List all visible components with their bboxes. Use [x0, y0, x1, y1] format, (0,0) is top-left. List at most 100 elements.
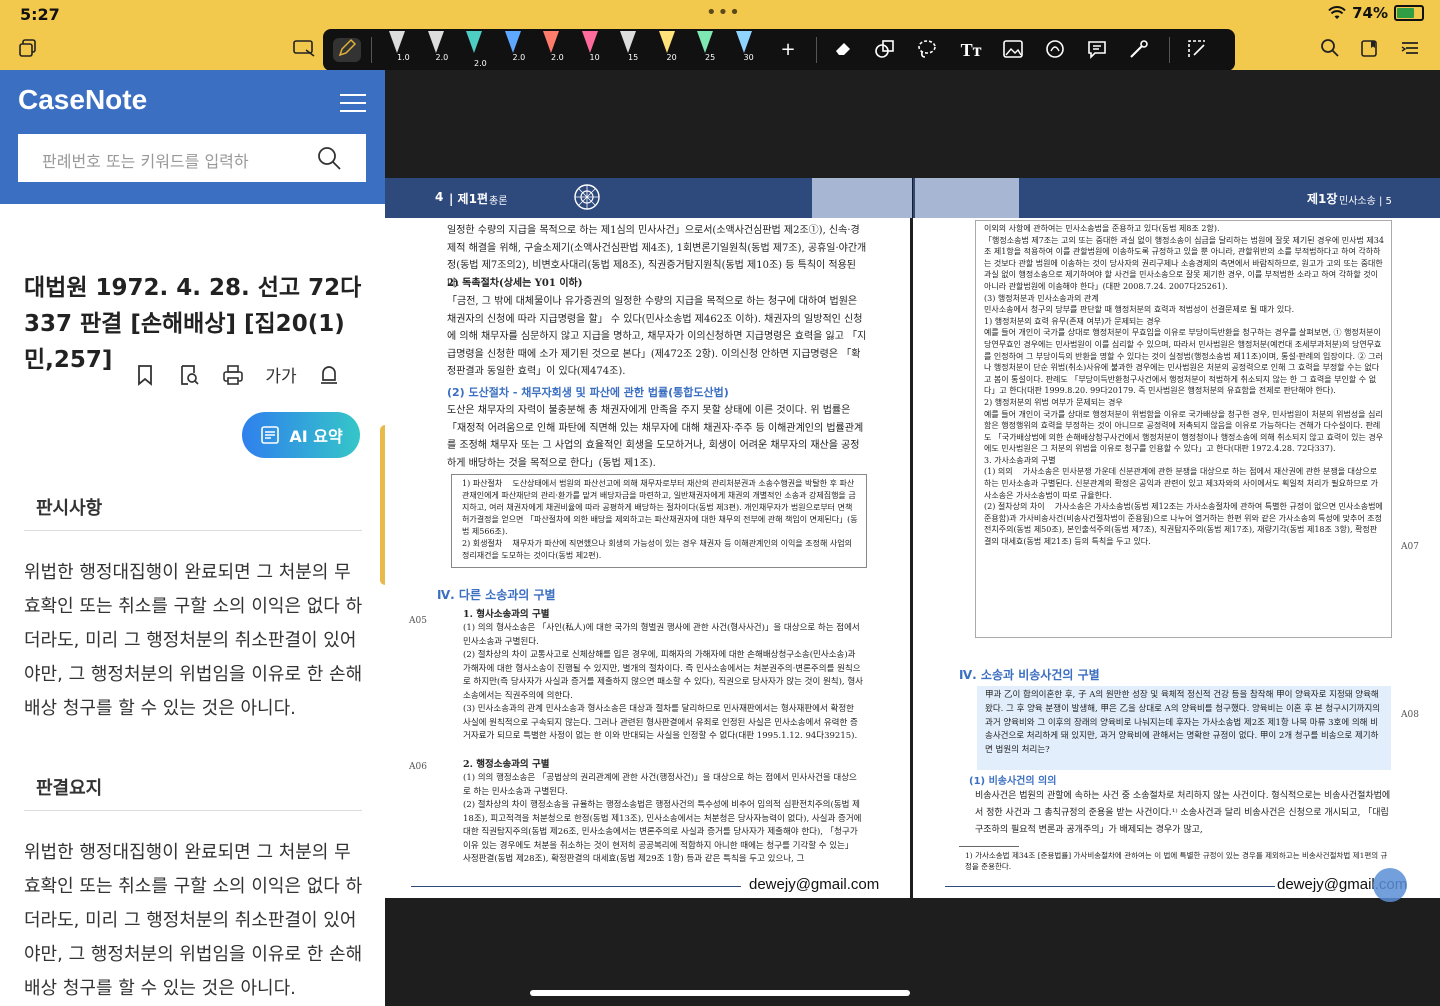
wifi-icon: [1328, 6, 1346, 19]
subheading: 1. 형사소송과의 구별: [463, 609, 550, 620]
paragraph: (2) 절차상의 차이 행정소송을 규율하는 행정소송법은 행정사건의 특수성에…: [463, 800, 862, 864]
pen-size-label: 10: [589, 53, 600, 62]
paragraph: (3) 민사소송과의 관계 민사소송과 형사소송은 대상과 절차를 달리하므로 …: [463, 704, 858, 741]
pen-preset[interactable]: 30: [735, 31, 754, 62]
pen-mode-icon[interactable]: [333, 38, 361, 62]
pen-tip-icon: [543, 31, 559, 53]
publisher-logo-icon: [574, 184, 600, 210]
pen-size-label: 20: [666, 53, 677, 62]
page-tab: [812, 178, 912, 218]
status-bar: 5:27 ••• 74%: [0, 0, 1440, 30]
outline-icon[interactable]: [1398, 38, 1422, 62]
pdf-page-left: 4 | 제1편 총론 일정한 수량의 지급을 목적으로 하는 제1심의 민사사건…: [385, 178, 912, 898]
pen-preset[interactable]: 2.0: [504, 31, 525, 62]
pen-preset[interactable]: 25: [697, 31, 715, 62]
chapter-name: 민사소송 | 5: [1339, 196, 1392, 207]
part-label: | 제1편: [449, 192, 488, 206]
annotation-toolbar: 1.0 2.0 2.0 2.0 2.0 10 15 20 25 30 + Tт: [323, 29, 1235, 71]
pen-size-label: 2.0: [435, 53, 449, 62]
multitask-dots[interactable]: •••: [706, 2, 741, 23]
pdf-page-right: 제1장 민사소송 | 5 이외의 사항에 관하여는 민사소송법을 준용하고 있다…: [913, 178, 1440, 898]
bookmark-page-icon[interactable]: [1358, 38, 1382, 62]
page-tab: [915, 178, 1019, 218]
home-indicator[interactable]: [530, 990, 910, 996]
note-box-text: 1) 파산절차 도산상태에서 법원의 파산선고에 의해 채무자로부터 재산의 관…: [462, 479, 858, 560]
toolbar-separator: [371, 37, 372, 63]
pen-preset[interactable]: 10: [581, 31, 600, 62]
pen-tip-icon: [658, 31, 675, 53]
question-box: 甲과 乙이 합의이혼한 후, 子 A의 원만한 성장 및 육체적 정신적 건강 …: [977, 686, 1391, 770]
shapes-icon[interactable]: [873, 38, 897, 62]
image-icon[interactable]: [1001, 38, 1025, 62]
floating-action-badge[interactable]: [1373, 868, 1407, 902]
ai-summary-label: AI 요약: [289, 427, 343, 446]
watermark-email: dewejy@gmail.com: [749, 876, 880, 893]
divider: [24, 810, 362, 811]
sidebar-header: CaseNote 판례번호 또는 키워드를 입력하: [0, 70, 385, 204]
presentation-icon[interactable]: [292, 38, 316, 62]
section-title-summary: 판결요지: [36, 778, 103, 799]
pen-size-label: 1.0: [397, 53, 410, 62]
text-tool-icon[interactable]: Tт: [959, 38, 983, 62]
sticker-icon[interactable]: [1043, 38, 1067, 62]
section-body-summary: 위법한 행정대집행이 완료되면 그 처분의 무효확인 또는 취소를 구할 소의 …: [24, 842, 363, 999]
lasso-icon[interactable]: [915, 38, 939, 62]
duplicate-icon[interactable]: [16, 38, 40, 62]
add-pen-icon[interactable]: +: [776, 38, 800, 62]
pen-size-label: 25: [705, 53, 716, 62]
print-icon[interactable]: [220, 364, 246, 390]
section-body-holdings: 위법한 행정대집행이 완료되면 그 처분의 무효확인 또는 취소를 구할 소의 …: [24, 562, 363, 719]
alert-bell-icon[interactable]: [316, 364, 342, 390]
ai-summary-button[interactable]: AI 요약: [242, 412, 360, 458]
casenote-sidebar: CaseNote 판례번호 또는 키워드를 입력하 대법원 1972. 4. 2…: [0, 70, 385, 1006]
pen-tip-icon: [620, 31, 636, 53]
paragraph: (2) 절차상의 차이 교통사고로 신체상해를 입은 경우에, 피해자의 가해자…: [463, 650, 863, 701]
search-input[interactable]: 판례번호 또는 키워드를 입력하: [18, 134, 366, 182]
chapter-label: 제1장: [1307, 192, 1338, 206]
search-icon[interactable]: [1318, 38, 1342, 62]
margin-code: A06: [409, 762, 427, 772]
pen-preset[interactable]: 1.0: [389, 31, 410, 62]
section-title-holdings: 판시사항: [36, 498, 103, 519]
paragraph: (1) 의의 행정소송은 「공법상의 권리관계에 관한 사건(행정사건)」을 대…: [463, 773, 857, 797]
footer-rule: [411, 886, 741, 887]
status-right: 74%: [1328, 4, 1424, 22]
subsection-heading: (2) 도산절차 - 채무자회생 및 파산에 관한 법률(통합도산법): [447, 386, 729, 399]
font-size-button[interactable]: 가가: [264, 364, 298, 390]
footer-rule: [945, 886, 1275, 887]
page-number: 4: [435, 190, 444, 204]
paragraph: 도산은 채무자의 자력이 불충분해 총 채권자에게 만족을 주지 못할 상태에 …: [447, 405, 864, 469]
bookmark-icon[interactable]: [132, 364, 158, 390]
toolbar-separator: [1169, 37, 1170, 63]
pen-preset[interactable]: 20: [658, 31, 677, 62]
eraser-icon[interactable]: [831, 38, 855, 62]
divider: [24, 530, 362, 531]
pen-preset[interactable]: 2.0: [427, 31, 448, 62]
subsection-heading: (1) 비송사건의 의의: [969, 776, 1057, 787]
find-in-document-icon[interactable]: [176, 364, 202, 390]
question-text: 甲과 乙이 합의이혼한 후, 子 A의 원만한 성장 및 육체적 정신적 건강 …: [985, 690, 1381, 756]
pen-preset[interactable]: 2.0: [543, 31, 564, 62]
brand-logo[interactable]: CaseNote: [18, 84, 147, 116]
footnote-rule: [959, 846, 1019, 847]
part-name: 총론: [489, 196, 508, 207]
pen-preset[interactable]: 15: [620, 31, 638, 62]
pen-size-label: 2.0: [551, 53, 564, 62]
collapse-toolbar-icon[interactable]: [1185, 38, 1209, 62]
comment-icon[interactable]: [1085, 38, 1109, 62]
menu-icon[interactable]: [340, 94, 366, 114]
document-list-icon: [261, 426, 280, 444]
pen-tip-icon: [735, 31, 752, 53]
pen-size-label: 2.0: [474, 59, 487, 68]
toolbar-separator: [816, 37, 817, 63]
pen-preset[interactable]: 2.0: [466, 31, 487, 68]
search-icon[interactable]: [316, 145, 342, 171]
footnote: 1) 가사소송법 제34조 [준용법률] 가사비송절차에 관하여는 이 법에 특…: [965, 851, 1388, 871]
case-actions: 가가: [132, 364, 342, 394]
status-time: 5:27: [20, 5, 60, 24]
quote-box-text: 이외의 사항에 관하여는 민사소송법을 준용하고 있다(동법 제8조 2항). …: [984, 224, 1384, 547]
pdf-viewer[interactable]: 4 | 제1편 총론 일정한 수량의 지급을 목적으로 하는 제1심의 민사사건…: [385, 70, 1440, 1006]
pen-tip-icon: [389, 31, 405, 53]
laser-pointer-icon[interactable]: [1127, 38, 1151, 62]
margin-code: A07: [1401, 542, 1419, 552]
